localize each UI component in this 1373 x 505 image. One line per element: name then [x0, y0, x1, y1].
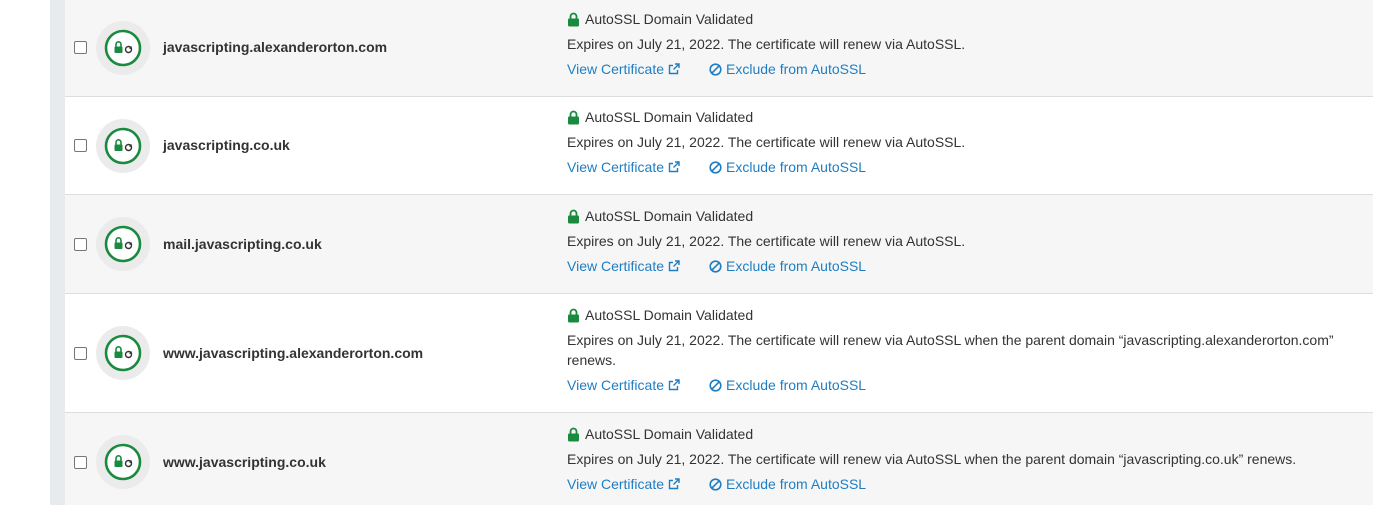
- external-link-icon: [668, 260, 680, 272]
- certificate-details: AutoSSL Domain Validated Expires on July…: [567, 206, 1373, 276]
- view-certificate-link[interactable]: View Certificate: [567, 474, 680, 494]
- certificate-details: AutoSSL Domain Validated Expires on July…: [567, 107, 1373, 177]
- view-certificate-label: View Certificate: [567, 258, 665, 274]
- certificate-details: AutoSSL Domain Validated Expires on July…: [567, 305, 1373, 395]
- exclude-label: Exclude from AutoSSL: [726, 377, 867, 393]
- certificate-details: AutoSSL Domain Validated Expires on July…: [567, 9, 1373, 79]
- row-actions: View Certificate Exclude from AutoSSL: [567, 375, 1373, 395]
- validation-status: AutoSSL Domain Validated: [567, 9, 1373, 29]
- view-certificate-link[interactable]: View Certificate: [567, 256, 680, 276]
- row-checkbox[interactable]: [74, 139, 87, 152]
- ssl-domains-page: javascripting.alexanderorton.com AutoSSL…: [0, 0, 1373, 505]
- row-checkbox[interactable]: [74, 347, 87, 360]
- external-link-icon: [668, 478, 680, 490]
- row-actions: View Certificate Exclude from AutoSSL: [567, 59, 1373, 79]
- validation-status-text: AutoSSL Domain Validated: [585, 426, 754, 442]
- exclude-from-autossl-link[interactable]: Exclude from AutoSSL: [709, 474, 866, 494]
- status-badge: [96, 326, 150, 380]
- row-actions: View Certificate Exclude from AutoSSL: [567, 157, 1373, 177]
- view-certificate-link[interactable]: View Certificate: [567, 375, 680, 395]
- view-certificate-label: View Certificate: [567, 476, 665, 492]
- table-row: mail.javascripting.co.uk AutoSSL Domain …: [65, 195, 1373, 294]
- exclude-label: Exclude from AutoSSL: [726, 61, 867, 77]
- lock-icon: [568, 427, 579, 441]
- expiry-text: Expires on July 21, 2022. The certificat…: [567, 233, 966, 249]
- row-checkbox[interactable]: [74, 41, 87, 54]
- external-link-icon: [668, 161, 680, 173]
- expiry-text: Expires on July 21, 2022. The certificat…: [567, 134, 966, 150]
- ssl-autossl-status-icon: [104, 29, 142, 67]
- ban-icon: [709, 378, 722, 392]
- lock-icon: [568, 110, 579, 124]
- domain-name: www.javascripting.co.uk: [163, 454, 326, 470]
- row-checkbox[interactable]: [74, 238, 87, 251]
- external-link-icon: [668, 379, 680, 391]
- view-certificate-label: View Certificate: [567, 377, 665, 393]
- exclude-label: Exclude from AutoSSL: [726, 476, 867, 492]
- status-badge: [96, 435, 150, 489]
- domain-name: mail.javascripting.co.uk: [163, 236, 322, 252]
- ban-icon: [709, 160, 722, 174]
- row-actions: View Certificate Exclude from AutoSSL: [567, 474, 1373, 494]
- status-badge: [96, 217, 150, 271]
- row-checkbox[interactable]: [74, 456, 87, 469]
- left-gutter: [50, 0, 65, 505]
- ban-icon: [709, 259, 722, 273]
- exclude-from-autossl-link[interactable]: Exclude from AutoSSL: [709, 157, 866, 177]
- validation-status-text: AutoSSL Domain Validated: [585, 109, 754, 125]
- ssl-autossl-status-icon: [104, 443, 142, 481]
- exclude-from-autossl-link[interactable]: Exclude from AutoSSL: [709, 375, 866, 395]
- view-certificate-label: View Certificate: [567, 61, 665, 77]
- expiry-text: Expires on July 21, 2022. The certificat…: [567, 36, 966, 52]
- certificate-details: AutoSSL Domain Validated Expires on July…: [567, 424, 1373, 494]
- status-badge: [96, 119, 150, 173]
- table-row: javascripting.co.uk AutoSSL Domain Valid…: [65, 97, 1373, 195]
- ssl-autossl-status-icon: [104, 225, 142, 263]
- exclude-label: Exclude from AutoSSL: [726, 159, 867, 175]
- validation-status: AutoSSL Domain Validated: [567, 305, 1373, 325]
- row-actions: View Certificate Exclude from AutoSSL: [567, 256, 1373, 276]
- domain-name: javascripting.alexanderorton.com: [163, 39, 388, 55]
- domains-table: javascripting.alexanderorton.com AutoSSL…: [65, 0, 1373, 505]
- view-certificate-label: View Certificate: [567, 159, 665, 175]
- lock-icon: [568, 12, 579, 26]
- exclude-from-autossl-link[interactable]: Exclude from AutoSSL: [709, 59, 866, 79]
- domain-name: www.javascripting.alexanderorton.com: [163, 345, 424, 361]
- validation-status-text: AutoSSL Domain Validated: [585, 11, 754, 27]
- table-row: javascripting.alexanderorton.com AutoSSL…: [65, 0, 1373, 97]
- external-link-icon: [668, 63, 680, 75]
- table-row: www.javascripting.co.uk AutoSSL Domain V…: [65, 413, 1373, 505]
- status-badge: [96, 21, 150, 75]
- exclude-label: Exclude from AutoSSL: [726, 258, 867, 274]
- validation-status: AutoSSL Domain Validated: [567, 424, 1373, 444]
- ssl-autossl-status-icon: [104, 334, 142, 372]
- expiry-text: Expires on July 21, 2022. The certificat…: [567, 451, 1297, 467]
- view-certificate-link[interactable]: View Certificate: [567, 157, 680, 177]
- lock-icon: [568, 308, 579, 322]
- domain-name: javascripting.co.uk: [163, 137, 290, 153]
- expiry-text: Expires on July 21, 2022. The certificat…: [567, 332, 1334, 368]
- exclude-from-autossl-link[interactable]: Exclude from AutoSSL: [709, 256, 866, 276]
- view-certificate-link[interactable]: View Certificate: [567, 59, 680, 79]
- ban-icon: [709, 62, 722, 76]
- table-row: www.javascripting.alexanderorton.com Aut…: [65, 294, 1373, 413]
- ban-icon: [709, 477, 722, 491]
- validation-status-text: AutoSSL Domain Validated: [585, 208, 754, 224]
- validation-status: AutoSSL Domain Validated: [567, 107, 1373, 127]
- lock-icon: [568, 209, 579, 223]
- ssl-autossl-status-icon: [104, 127, 142, 165]
- validation-status: AutoSSL Domain Validated: [567, 206, 1373, 226]
- validation-status-text: AutoSSL Domain Validated: [585, 307, 754, 323]
